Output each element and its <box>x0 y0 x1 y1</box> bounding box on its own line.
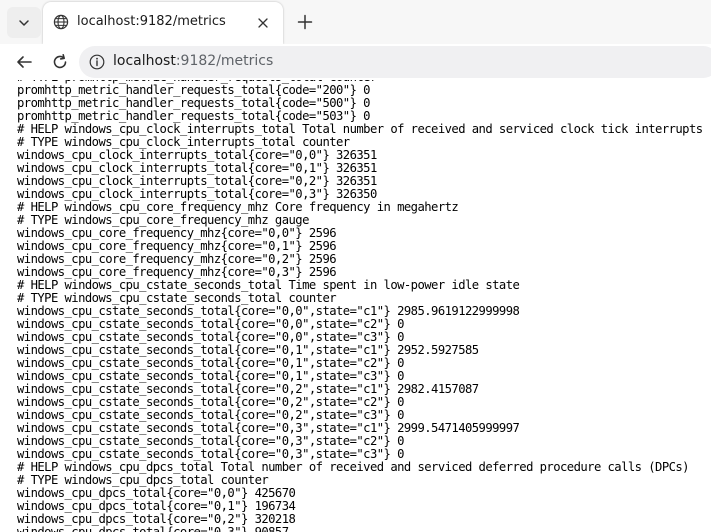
url-host: localhost <box>113 53 176 69</box>
back-arrow-icon <box>17 56 32 68</box>
tab-bar: localhost:9182/metrics <box>0 0 711 44</box>
close-icon <box>258 18 268 28</box>
url-text: localhost:9182/metrics <box>113 53 273 69</box>
new-tab-button[interactable] <box>293 10 317 34</box>
metric-line: windows_cpu_dpcs_total{core="0,3"} 90857 <box>17 525 289 532</box>
tab-title: localhost:9182/metrics <box>77 14 226 29</box>
address-bar[interactable]: localhost:9182/metrics <box>79 46 711 78</box>
close-tab-button[interactable] <box>254 14 272 32</box>
reload-icon <box>53 54 67 69</box>
metrics-text: # TYPE promhttp_metric_handler_requests_… <box>17 80 703 532</box>
chevron-down-icon <box>19 19 29 26</box>
back-button[interactable] <box>12 50 36 74</box>
plus-icon <box>297 14 313 30</box>
site-info-icon[interactable] <box>89 54 105 70</box>
browser-toolbar: localhost:9182/metrics <box>0 44 711 80</box>
page-content: # TYPE promhttp_metric_handler_requests_… <box>0 80 711 532</box>
globe-icon <box>53 14 69 30</box>
reload-button[interactable] <box>48 50 72 74</box>
tab-list-button[interactable] <box>7 7 41 38</box>
browser-tab[interactable]: localhost:9182/metrics <box>43 2 283 44</box>
url-path: :9182/metrics <box>175 53 274 69</box>
